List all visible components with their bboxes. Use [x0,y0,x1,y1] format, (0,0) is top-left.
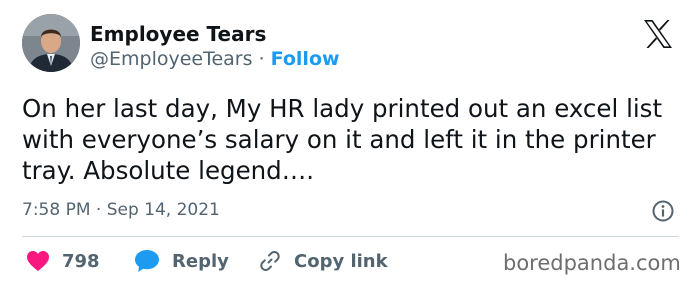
tweet-timestamp[interactable]: 7:58 PM · Sep 14, 2021 [22,199,220,221]
reply-button[interactable]: Reply [134,248,229,274]
like-count: 798 [62,250,100,272]
avatar[interactable] [22,14,80,72]
follow-button[interactable]: Follow [271,48,340,70]
tweet-text: On her last day, My HR lady printed out … [22,94,663,185]
like-button[interactable]: 798 [26,248,100,274]
author-name[interactable]: Employee Tears [90,22,266,46]
author-handle-row: @EmployeeTears · Follow [90,47,340,71]
handle-separator: · [252,48,271,70]
watermark: boredpanda.com [503,251,681,275]
x-logo-icon[interactable] [641,17,675,51]
link-icon [260,251,280,271]
copy-link-button[interactable]: Copy link [258,248,388,274]
heart-icon [27,251,49,271]
author-handle[interactable]: @EmployeeTears [90,48,253,70]
divider [22,236,679,237]
copy-link-label: Copy link [294,250,388,272]
speech-bubble-icon [135,250,159,272]
info-icon[interactable] [651,199,675,223]
reply-label: Reply [172,250,229,272]
